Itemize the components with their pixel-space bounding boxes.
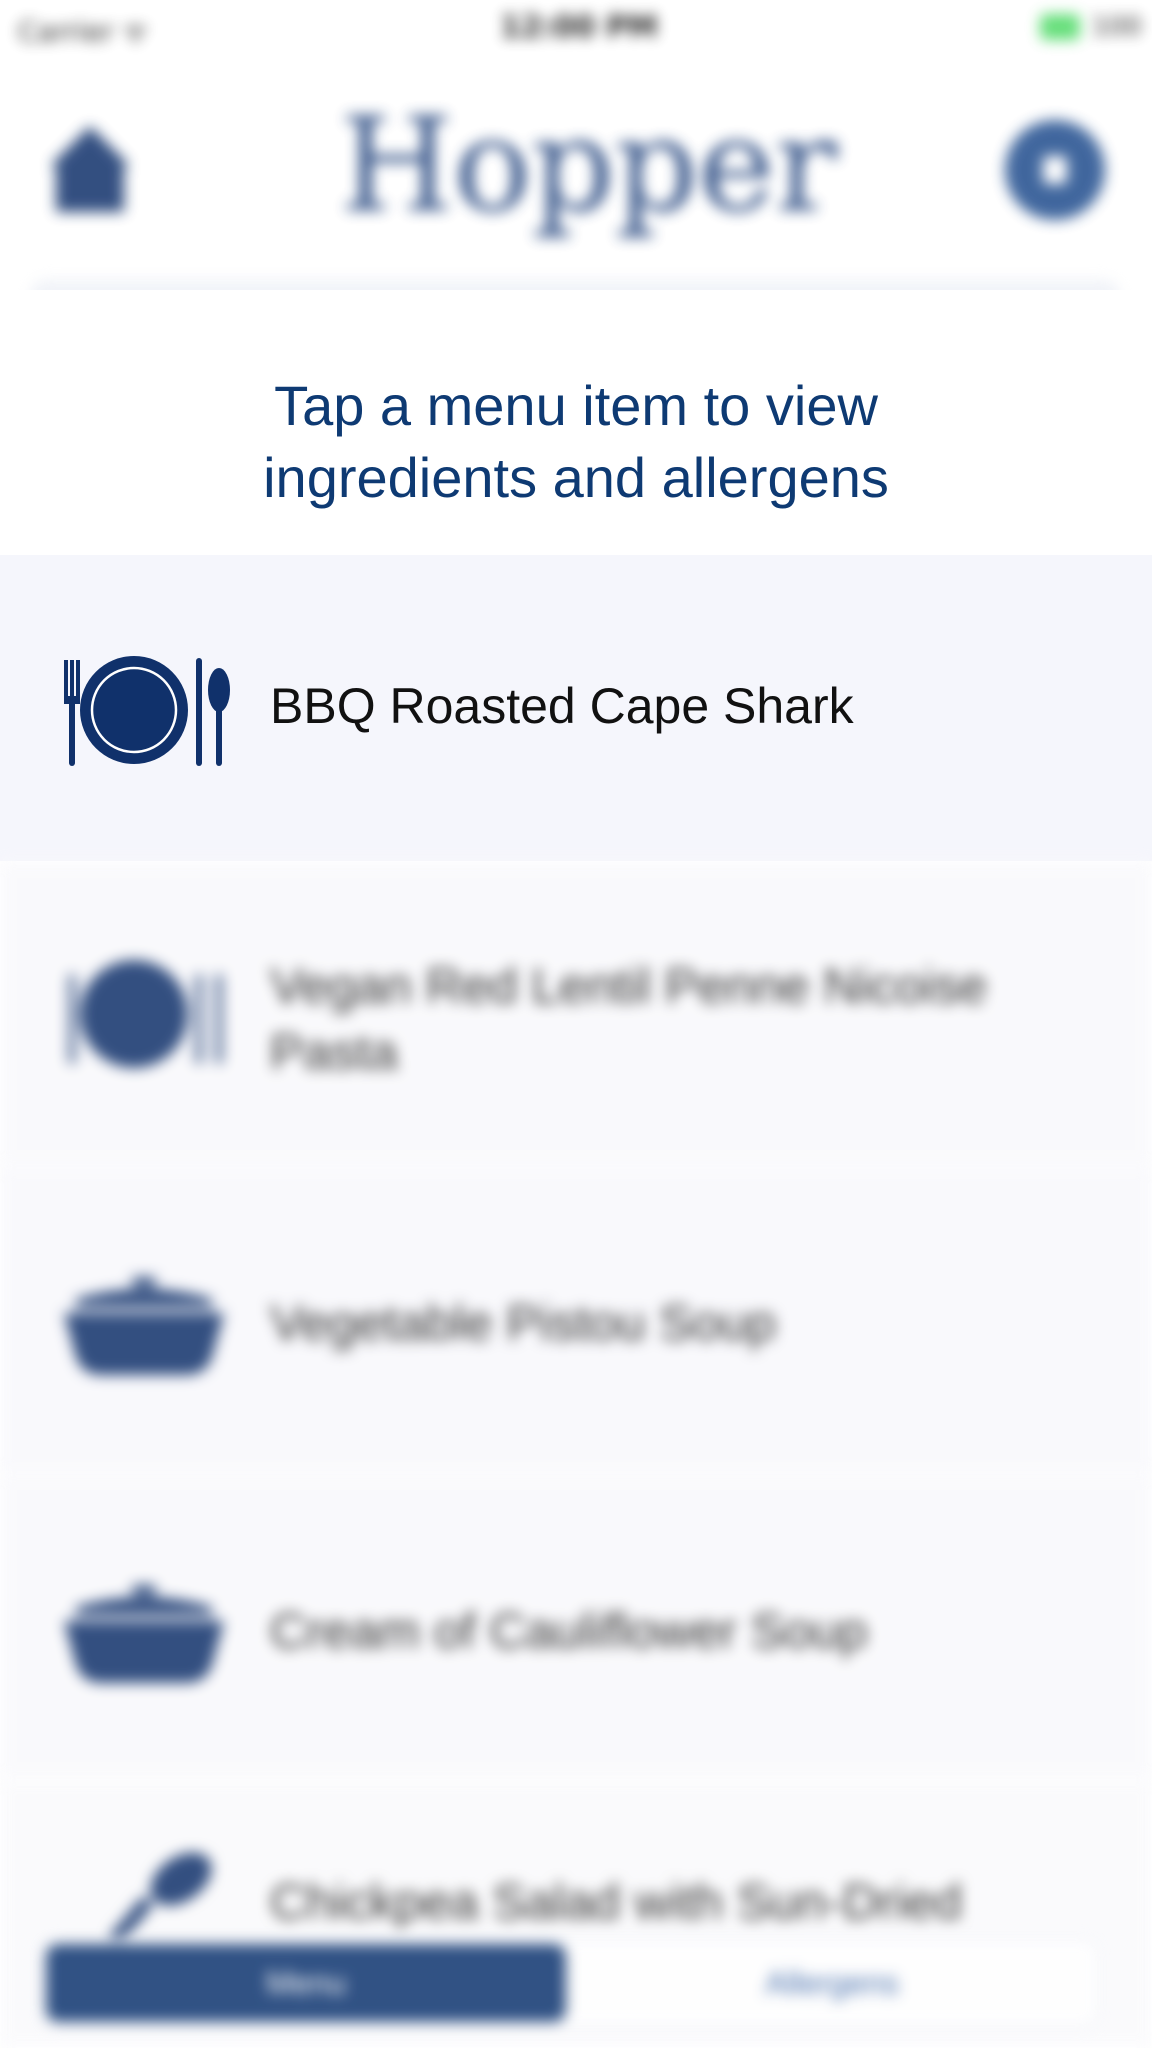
home-button[interactable]: [40, 120, 140, 220]
battery-icon: [1040, 14, 1080, 40]
menu-item[interactable]: Cream of Cauliflower Soup: [0, 1473, 1152, 1779]
view-toggle: Menu Allergens: [40, 1938, 1100, 2028]
menu-item-label: Cream of Cauliflower Soup: [270, 1603, 868, 1659]
plate-cutlery-icon: [64, 656, 230, 766]
menu-item[interactable]: BBQ Roasted Cape Shark: [0, 555, 1152, 861]
status-time: 12:00 PM: [500, 10, 658, 45]
menu-item-label: Vegetable Pistou Soup: [270, 1295, 776, 1351]
profile-icon: [1043, 156, 1067, 184]
home-icon: [50, 126, 130, 166]
allergens-tab[interactable]: Allergens: [570, 1944, 1094, 2022]
status-bar: Carrier ᯤ 12:00 PM 100: [0, 0, 1152, 56]
soup-pot-icon: [64, 1277, 224, 1375]
menu-item-label: Chickpea Salad with Sun-Dried: [270, 1874, 963, 1930]
app-logo: Hopper: [340, 89, 838, 241]
menu-item-label: Vegan Red Lentil Penne Nicoise Pasta: [270, 958, 988, 1080]
instruction-line-2: ingredients and allergens: [263, 446, 889, 509]
home-icon-body: [56, 164, 124, 212]
soup-pot-icon: [64, 1585, 224, 1683]
carrier-label: Carrier ᯤ: [18, 15, 149, 48]
instruction-banner: Tap a menu item to view ingredients and …: [0, 290, 1152, 550]
battery-level: 100: [1092, 12, 1142, 42]
menu-item[interactable]: Vegan Red Lentil Penne Nicoise Pasta: [0, 861, 1152, 1167]
instruction-text: Tap a menu item to view ingredients and …: [150, 370, 1002, 514]
instruction-line-1: Tap a menu item to view: [274, 374, 878, 437]
menu-item[interactable]: Vegetable Pistou Soup: [0, 1167, 1152, 1473]
menu-tab[interactable]: Menu: [46, 1944, 566, 2022]
menu-item-label: BBQ Roasted Cape Shark: [270, 678, 854, 734]
plate-cutlery-icon: [69, 960, 222, 1068]
profile-button[interactable]: [1005, 120, 1105, 220]
